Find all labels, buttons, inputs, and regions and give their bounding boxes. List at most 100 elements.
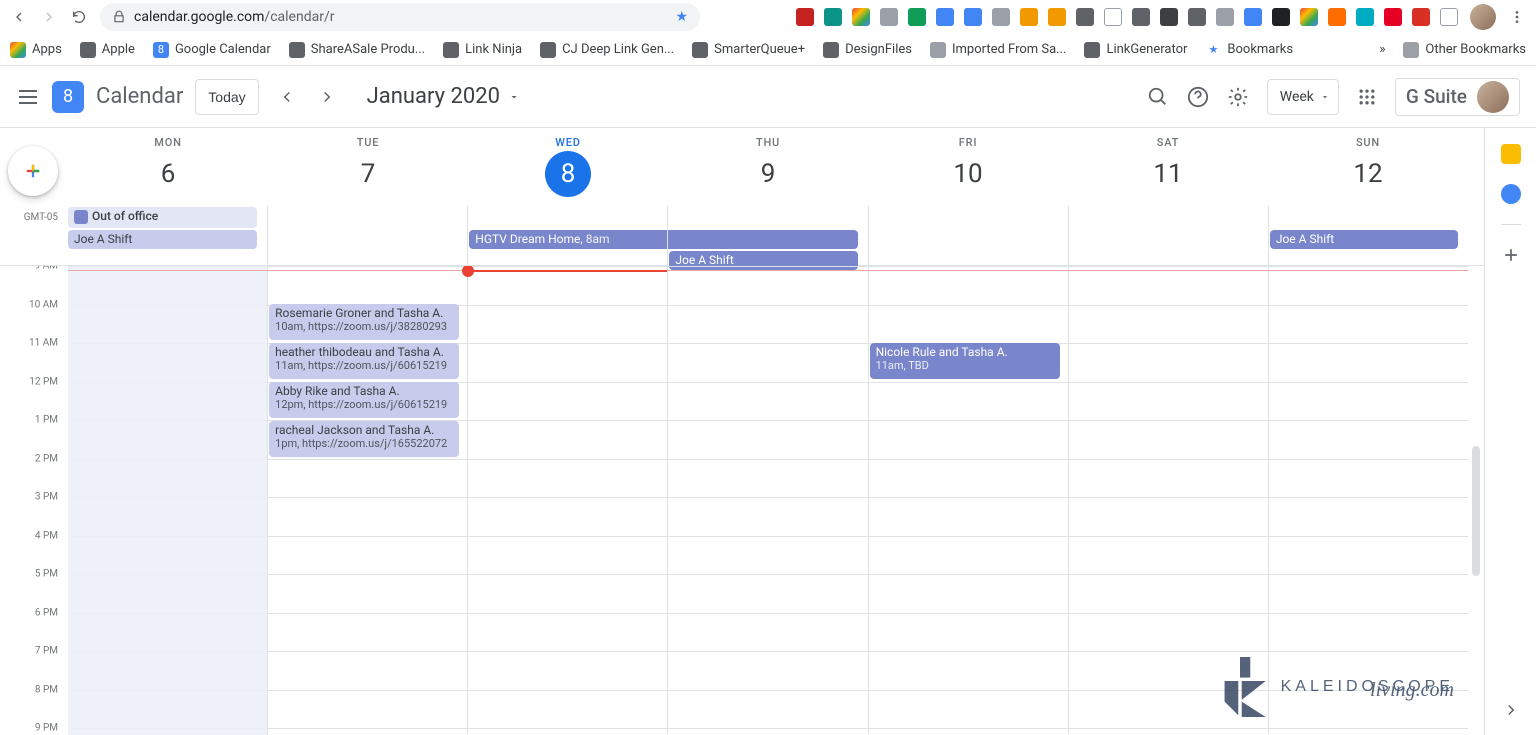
allday-col-sun[interactable]: Joe A Shift [1268, 206, 1468, 265]
allday-col-wed[interactable]: HGTV Dream Home, 8am [467, 206, 667, 265]
extension-icon[interactable] [796, 8, 814, 26]
search-button[interactable] [1147, 86, 1169, 108]
day-header[interactable]: THU9 [668, 128, 868, 206]
extension-icon[interactable] [1328, 8, 1346, 26]
tasks-icon[interactable] [1501, 184, 1521, 204]
extension-icon[interactable] [1076, 8, 1094, 26]
reload-button[interactable] [70, 8, 88, 26]
bookmark-label: Imported From Sa... [952, 42, 1067, 57]
day-name: SUN [1356, 136, 1380, 149]
extension-icon[interactable] [1272, 8, 1290, 26]
extension-icon[interactable] [1188, 8, 1206, 26]
allday-col-thu[interactable]: Joe A Shift [667, 206, 867, 265]
event-shift-sun[interactable]: Joe A Shift [1270, 230, 1458, 249]
extension-icon[interactable] [908, 8, 926, 26]
extension-icon[interactable] [964, 8, 982, 26]
create-event-button[interactable] [8, 146, 58, 196]
bookmark-item[interactable]: SmarterQueue+ [692, 42, 805, 58]
event-shift-mon[interactable]: Joe A Shift [68, 230, 257, 249]
date-range-button[interactable]: January 2020 [367, 84, 520, 109]
event-fri-11am[interactable]: Nicole Rule and Tasha A. 11am, TBD [870, 343, 1060, 379]
main-menu-button[interactable] [16, 85, 40, 109]
extension-icon[interactable] [852, 8, 870, 26]
bookmark-item[interactable]: Apps [10, 42, 62, 58]
bookmark-item[interactable]: Imported From Sa... [930, 42, 1067, 58]
extension-icon[interactable] [1160, 8, 1178, 26]
bookmark-label: Apple [102, 42, 135, 57]
address-bar[interactable]: calendar.google.com/calendar/r ★ [100, 3, 700, 31]
bookmark-item[interactable]: LinkGenerator [1084, 42, 1187, 58]
day-header[interactable]: MON6 [68, 128, 268, 206]
day-header[interactable]: SAT11 [1068, 128, 1268, 206]
event-tue-11am[interactable]: heather thibodeau and Tasha A. 11am, htt… [269, 343, 459, 379]
grid-col-thu[interactable] [667, 266, 867, 735]
extension-icon[interactable] [824, 8, 842, 26]
extension-icon[interactable] [1244, 8, 1262, 26]
next-period-button[interactable] [311, 81, 343, 113]
day-number[interactable]: 8 [545, 151, 591, 197]
day-header[interactable]: FRI10 [868, 128, 1068, 206]
day-name: WED [555, 136, 580, 149]
nav-forward-button[interactable] [40, 8, 58, 26]
extension-icon[interactable] [1216, 8, 1234, 26]
extension-icon[interactable] [880, 8, 898, 26]
bookmark-item[interactable]: ShareASale Produ... [289, 42, 425, 58]
grid-col-tue[interactable]: Rosemarie Groner and Tasha A. 10am, http… [267, 266, 467, 735]
extension-icon[interactable] [1104, 8, 1122, 26]
add-addon-button[interactable] [1501, 245, 1521, 265]
view-select[interactable]: Week [1267, 79, 1339, 115]
grid-col-wed[interactable] [467, 266, 667, 735]
bookmark-star-icon[interactable]: ★ [675, 9, 688, 25]
day-number[interactable]: 7 [345, 151, 391, 197]
bookmark-item[interactable]: Apple [80, 42, 135, 58]
account-avatar[interactable] [1477, 81, 1509, 113]
event-out-of-office[interactable]: Out of office [68, 207, 257, 228]
browser-profile-avatar[interactable] [1470, 4, 1496, 30]
extension-icon[interactable] [1132, 8, 1150, 26]
bookmark-item[interactable]: Link Ninja [443, 42, 522, 58]
day-number[interactable]: 11 [1145, 151, 1191, 197]
allday-col-tue[interactable] [267, 206, 467, 265]
nav-back-button[interactable] [10, 8, 28, 26]
extension-icon[interactable] [1440, 8, 1458, 26]
day-header[interactable]: WED 8 [468, 128, 668, 206]
today-button[interactable]: Today [195, 79, 258, 115]
event-tue-10am[interactable]: Rosemarie Groner and Tasha A. 10am, http… [269, 304, 459, 340]
keep-icon[interactable] [1501, 144, 1521, 164]
extension-icon[interactable] [1384, 8, 1402, 26]
side-panel-collapse[interactable] [1502, 701, 1520, 719]
extension-icon[interactable] [1300, 8, 1318, 26]
extension-icon[interactable] [1412, 8, 1430, 26]
extension-icon[interactable] [1356, 8, 1374, 26]
day-number[interactable]: 9 [745, 151, 791, 197]
google-apps-button[interactable] [1357, 87, 1377, 107]
day-number[interactable]: 12 [1345, 151, 1391, 197]
day-number[interactable]: 6 [145, 151, 191, 197]
bookmark-item[interactable]: 8Google Calendar [153, 42, 271, 58]
grid-col-mon[interactable] [68, 266, 267, 735]
grid-col-fri[interactable]: Nicole Rule and Tasha A. 11am, TBD [868, 266, 1068, 735]
extension-icon[interactable] [1020, 8, 1038, 26]
bookmark-overflow[interactable]: » [1379, 42, 1385, 57]
day-header[interactable]: SUN 12 [1268, 128, 1468, 206]
prev-period-button[interactable] [271, 81, 303, 113]
settings-button[interactable] [1227, 86, 1249, 108]
event-tue-12pm[interactable]: Abby Rike and Tasha A. 12pm, https://zoo… [269, 382, 459, 418]
other-bookmarks[interactable]: Other Bookmarks [1403, 42, 1526, 58]
scrollbar-thumb[interactable] [1472, 446, 1480, 576]
browser-menu-button[interactable] [1508, 8, 1526, 26]
event-tue-1pm[interactable]: racheal Jackson and Tasha A. 1pm, https:… [269, 421, 459, 457]
help-button[interactable] [1187, 86, 1209, 108]
bookmark-item[interactable]: ★Bookmarks [1205, 42, 1293, 58]
extension-icon[interactable] [1048, 8, 1066, 26]
day-header[interactable]: TUE7 [268, 128, 468, 206]
allday-col-fri[interactable] [868, 206, 1068, 265]
day-number[interactable]: 10 [945, 151, 991, 197]
allday-col-mon[interactable]: Out of office Joe A Shift [68, 206, 267, 265]
extension-icon[interactable] [992, 8, 1010, 26]
bookmark-item[interactable]: DesignFiles [823, 42, 912, 58]
allday-col-sat[interactable] [1068, 206, 1268, 265]
extension-icon[interactable] [936, 8, 954, 26]
gsuite-button[interactable]: G Suite [1395, 78, 1520, 116]
bookmark-item[interactable]: CJ Deep Link Gen... [540, 42, 674, 58]
